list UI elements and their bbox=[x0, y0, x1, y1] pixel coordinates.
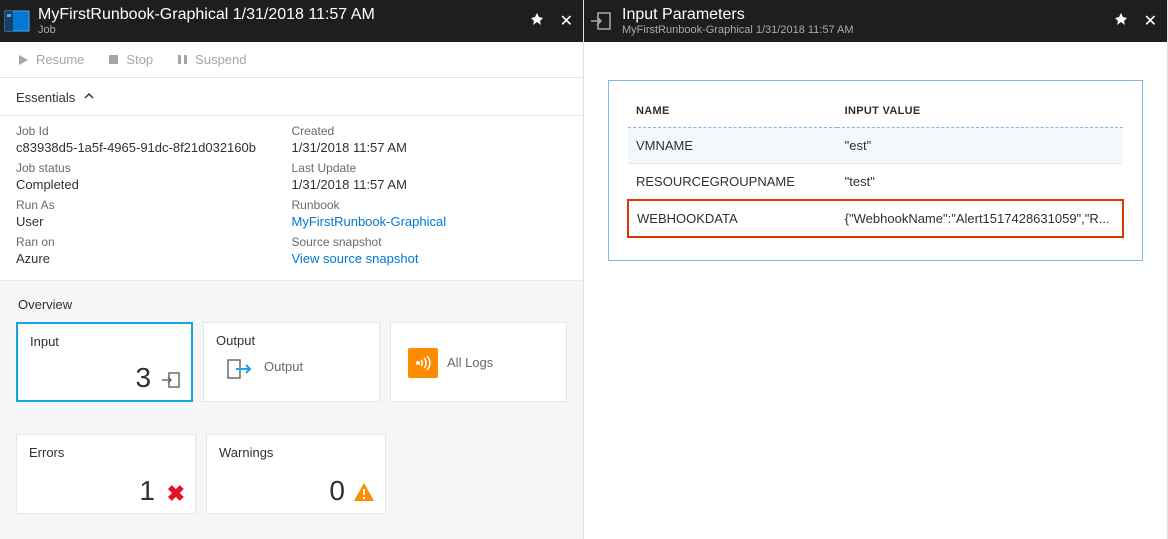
all-logs-label: All Logs bbox=[447, 355, 493, 370]
output-tile-label: Output bbox=[216, 333, 367, 348]
params-blade-subtitle: MyFirstRunbook-Graphical 1/31/2018 11:57… bbox=[622, 24, 1114, 36]
chevron-up-icon bbox=[83, 90, 95, 105]
param-name: RESOURCEGROUPNAME bbox=[628, 164, 837, 201]
col-value-header: INPUT VALUE bbox=[837, 99, 1123, 128]
warnings-tile-label: Warnings bbox=[219, 445, 373, 460]
snapshot-link[interactable]: View source snapshot bbox=[292, 251, 568, 266]
run-as-value: User bbox=[16, 214, 292, 229]
warnings-tile-value: 0 bbox=[329, 475, 345, 507]
job-id-label: Job Id bbox=[16, 124, 292, 138]
params-blade-title: Input Parameters bbox=[622, 6, 1114, 24]
errors-tile-label: Errors bbox=[29, 445, 183, 460]
input-arrow-icon bbox=[161, 370, 181, 390]
warnings-tile[interactable]: Warnings 0 bbox=[206, 434, 386, 514]
run-as-label: Run As bbox=[16, 198, 292, 212]
job-blade-subtitle: Job bbox=[38, 24, 530, 36]
errors-tile[interactable]: Errors 1 ✖ bbox=[16, 434, 196, 514]
logs-icon bbox=[408, 348, 438, 378]
params-table: NAME INPUT VALUE VMNAME "est" RESOURCEGR… bbox=[627, 99, 1124, 238]
suspend-button[interactable]: Suspend bbox=[175, 52, 246, 67]
input-params-icon bbox=[584, 0, 618, 42]
output-sub-label: Output bbox=[264, 359, 303, 374]
params-blade-header: Input Parameters MyFirstRunbook-Graphica… bbox=[584, 0, 1167, 42]
params-body: NAME INPUT VALUE VMNAME "est" RESOURCEGR… bbox=[584, 42, 1167, 299]
suspend-label: Suspend bbox=[195, 52, 246, 67]
ran-on-value: Azure bbox=[16, 251, 292, 266]
overview-section: Overview Input 3 Output Output bbox=[0, 281, 583, 539]
last-update-value: 1/31/2018 11:57 AM bbox=[292, 177, 568, 192]
snapshot-label: Source snapshot bbox=[292, 235, 568, 249]
runbook-link[interactable]: MyFirstRunbook-Graphical bbox=[292, 214, 568, 229]
col-name-header: NAME bbox=[628, 99, 837, 128]
job-status-value: Completed bbox=[16, 177, 292, 192]
table-row[interactable]: VMNAME "est" bbox=[628, 128, 1123, 164]
errors-tile-value: 1 bbox=[139, 475, 155, 507]
param-value: "est" bbox=[837, 128, 1123, 164]
runbook-label: Runbook bbox=[292, 198, 568, 212]
resume-label: Resume bbox=[36, 52, 84, 67]
input-tile[interactable]: Input 3 bbox=[16, 322, 193, 402]
table-row[interactable]: RESOURCEGROUPNAME "test" bbox=[628, 164, 1123, 201]
ran-on-label: Ran on bbox=[16, 235, 292, 249]
stop-label: Stop bbox=[126, 52, 153, 67]
param-name: VMNAME bbox=[628, 128, 837, 164]
job-toolbar: Resume Stop Suspend bbox=[0, 42, 583, 78]
pin-icon[interactable] bbox=[530, 12, 544, 31]
param-value: {"WebhookName":"Alert1517428631059","R..… bbox=[837, 200, 1123, 237]
resume-button[interactable]: Resume bbox=[16, 52, 84, 67]
table-row-highlighted[interactable]: WEBHOOKDATA {"WebhookName":"Alert1517428… bbox=[628, 200, 1123, 237]
warning-triangle-icon bbox=[353, 482, 375, 505]
pause-icon bbox=[175, 53, 189, 67]
output-tile[interactable]: Output Output bbox=[203, 322, 380, 402]
stop-button[interactable]: Stop bbox=[106, 52, 153, 67]
input-tile-label: Input bbox=[30, 334, 179, 349]
job-id-value: c83938d5-1a5f-4965-91dc-8f21d032160b bbox=[16, 140, 292, 155]
job-blade: MyFirstRunbook-Graphical 1/31/2018 11:57… bbox=[0, 0, 584, 539]
created-label: Created bbox=[292, 124, 568, 138]
pin-icon[interactable] bbox=[1114, 12, 1128, 31]
job-icon bbox=[0, 0, 34, 42]
job-blade-title: MyFirstRunbook-Graphical 1/31/2018 11:57… bbox=[38, 6, 530, 24]
error-x-icon: ✖ bbox=[167, 481, 185, 507]
job-blade-header: MyFirstRunbook-Graphical 1/31/2018 11:57… bbox=[0, 0, 583, 42]
param-name: WEBHOOKDATA bbox=[628, 200, 837, 237]
param-value: "test" bbox=[837, 164, 1123, 201]
last-update-label: Last Update bbox=[292, 161, 568, 175]
input-tile-value: 3 bbox=[135, 362, 151, 394]
params-card: NAME INPUT VALUE VMNAME "est" RESOURCEGR… bbox=[608, 80, 1143, 261]
output-arrow-icon bbox=[224, 353, 256, 385]
essentials-panel: Job Id c83938d5-1a5f-4965-91dc-8f21d0321… bbox=[0, 116, 583, 281]
stop-icon bbox=[106, 53, 120, 67]
all-logs-tile[interactable]: All Logs bbox=[390, 322, 567, 402]
play-icon bbox=[16, 53, 30, 67]
job-status-label: Job status bbox=[16, 161, 292, 175]
overview-label: Overview bbox=[18, 297, 567, 312]
input-parameters-blade: Input Parameters MyFirstRunbook-Graphica… bbox=[584, 0, 1168, 539]
essentials-label: Essentials bbox=[16, 90, 75, 105]
close-icon[interactable]: ✕ bbox=[560, 11, 573, 31]
close-icon[interactable]: ✕ bbox=[1144, 11, 1157, 31]
created-value: 1/31/2018 11:57 AM bbox=[292, 140, 568, 155]
essentials-toggle[interactable]: Essentials bbox=[0, 78, 583, 116]
